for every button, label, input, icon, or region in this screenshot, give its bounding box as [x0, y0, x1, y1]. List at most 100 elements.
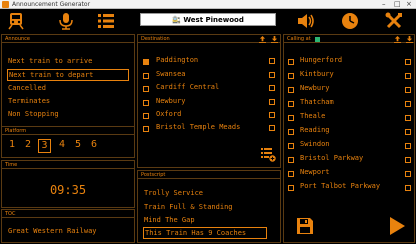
calling-remove-reading[interactable] [405, 129, 411, 135]
platform-4[interactable]: 4 [57, 139, 67, 151]
calling-checkbox-bristol-parkway[interactable] [288, 157, 294, 163]
destination-item-oxford[interactable]: Oxford [156, 109, 181, 119]
calling-remove-swindon[interactable] [405, 143, 411, 149]
app-icon [2, 1, 9, 8]
postscript-option-mind-gap[interactable]: Mind The Gap [144, 215, 195, 225]
calling-checkbox-newport[interactable] [288, 171, 294, 177]
destination-checkbox-swansea[interactable] [143, 73, 149, 79]
destination-item-paddington[interactable]: Paddington [156, 55, 198, 65]
speaker-icon[interactable] [296, 11, 316, 31]
toolbar: 🚉 West Pinewood [0, 9, 416, 33]
calling-status-indicator [315, 37, 320, 42]
calling-item-newbury[interactable]: Newbury [300, 83, 330, 93]
calling-remove-thatcham[interactable] [405, 101, 411, 107]
calling-remove-theale[interactable] [405, 115, 411, 121]
calling-checkbox-hungerford[interactable] [288, 59, 294, 65]
postscript-header: Postscript [138, 171, 280, 179]
calling-remove-bristol-parkway[interactable] [405, 157, 411, 163]
calling-panel: Calling at Hungerford Kintbury Newbury T… [283, 34, 415, 243]
calling-remove-port-talbot[interactable] [405, 185, 411, 191]
platform-3[interactable]: 3 [38, 139, 51, 153]
postscript-option-trolly[interactable]: Trolly Service [144, 188, 203, 198]
calling-checkbox-theale[interactable] [288, 115, 294, 121]
calling-item-hungerford[interactable]: Hungerford [300, 55, 342, 65]
calling-checkbox-kintbury[interactable] [288, 73, 294, 79]
clock-icon[interactable] [340, 11, 360, 31]
calling-upload-icon[interactable] [394, 36, 401, 43]
train-icon[interactable] [6, 11, 26, 31]
calling-item-thatcham[interactable]: Thatcham [300, 97, 334, 107]
station-name: West Pinewood [183, 16, 244, 24]
platform-6[interactable]: 6 [89, 139, 99, 151]
calling-checkbox-thatcham[interactable] [288, 101, 294, 107]
list-icon[interactable] [96, 11, 116, 31]
calling-checkbox-newbury[interactable] [288, 87, 294, 93]
download-icon[interactable] [271, 36, 278, 43]
platform-2[interactable]: 2 [23, 139, 33, 151]
destination-remove-cardiff[interactable] [269, 85, 275, 91]
calling-remove-kintbury[interactable] [405, 73, 411, 79]
platform-5[interactable]: 5 [73, 139, 83, 151]
postscript-panel: Postscript Trolly Service Train Full & S… [137, 170, 281, 243]
window-title: Announcement Generator [12, 1, 91, 8]
minimize-button[interactable]: – [382, 0, 386, 9]
time-header: Time [2, 161, 134, 169]
calling-checkbox-reading[interactable] [288, 129, 294, 135]
destination-checkbox-newbury[interactable] [143, 100, 149, 106]
destination-remove-swansea[interactable] [269, 72, 275, 78]
time-value[interactable]: 09:35 [2, 183, 134, 197]
calling-remove-newport[interactable] [405, 171, 411, 177]
calling-item-theale[interactable]: Theale [300, 111, 325, 121]
platform-1[interactable]: 1 [7, 139, 17, 151]
destination-remove-paddington[interactable] [269, 58, 275, 64]
calling-download-icon[interactable] [406, 36, 413, 43]
upload-icon[interactable] [259, 36, 266, 43]
calling-checkbox-port-talbot[interactable] [288, 185, 294, 191]
time-panel: Time 09:35 [1, 160, 135, 208]
calling-item-kintbury[interactable]: Kintbury [300, 69, 334, 79]
station-selector[interactable]: 🚉 West Pinewood [140, 13, 276, 26]
calling-checkbox-swindon[interactable] [288, 143, 294, 149]
calling-remove-newbury[interactable] [405, 87, 411, 93]
calling-item-bristol-parkway[interactable]: Bristol Parkway [300, 153, 363, 163]
calling-item-newport[interactable]: Newport [300, 167, 330, 177]
destination-checkbox-oxford[interactable] [143, 113, 149, 119]
destination-checkbox-cardiff[interactable] [143, 86, 149, 92]
destination-item-cardiff[interactable]: Cardiff Central [156, 82, 219, 92]
announce-header: Announce [2, 35, 134, 43]
microphone-icon[interactable] [56, 11, 76, 31]
play-icon[interactable] [388, 216, 406, 236]
maximize-button[interactable]: □ [394, 0, 401, 9]
tools-icon[interactable] [384, 11, 404, 31]
calling-remove-hungerford[interactable] [405, 59, 411, 65]
announce-option-next-depart[interactable]: Next train to depart [7, 69, 129, 81]
destination-item-newbury[interactable]: Newbury [156, 96, 186, 106]
calling-item-swindon[interactable]: Swindon [300, 139, 330, 149]
add-list-icon[interactable] [260, 146, 276, 162]
calling-item-reading[interactable]: Reading [300, 125, 330, 135]
save-icon[interactable] [296, 217, 314, 235]
announce-option-next-arrive[interactable]: Next train to arrive [8, 56, 92, 66]
destination-remove-bristol-tm[interactable] [269, 125, 275, 131]
destination-item-swansea[interactable]: Swansea [156, 69, 186, 79]
destination-checkbox-paddington[interactable] [143, 59, 149, 65]
destination-remove-oxford[interactable] [269, 112, 275, 118]
announce-option-cancelled[interactable]: Cancelled [8, 83, 46, 93]
toc-value[interactable]: Great Western Railway [8, 226, 97, 236]
platform-header: Platform [2, 127, 134, 135]
destination-checkbox-bristol-tm[interactable] [143, 126, 149, 132]
window-titlebar: Announcement Generator – □ × [0, 0, 416, 9]
toc-header: TOC [2, 210, 134, 218]
destination-remove-newbury[interactable] [269, 99, 275, 105]
close-button[interactable]: × [406, 0, 412, 9]
destination-panel: Destination Paddington Swansea Cardiff C… [137, 34, 281, 168]
announce-option-terminates[interactable]: Terminates [8, 96, 50, 106]
toc-panel: TOC Great Western Railway [1, 209, 135, 243]
postscript-option-full-standing[interactable]: Train Full & Standing [144, 202, 233, 212]
platform-panel: Platform [1, 126, 135, 158]
announce-option-non-stopping[interactable]: Non Stopping [8, 109, 59, 119]
destination-item-bristol-tm[interactable]: Bristol Temple Meads [156, 122, 240, 132]
train-small-icon: 🚉 [172, 16, 181, 24]
postscript-option-coaches[interactable]: This Train Has 9 Coaches [143, 227, 267, 239]
calling-item-port-talbot[interactable]: Port Talbot Parkway [300, 181, 380, 191]
